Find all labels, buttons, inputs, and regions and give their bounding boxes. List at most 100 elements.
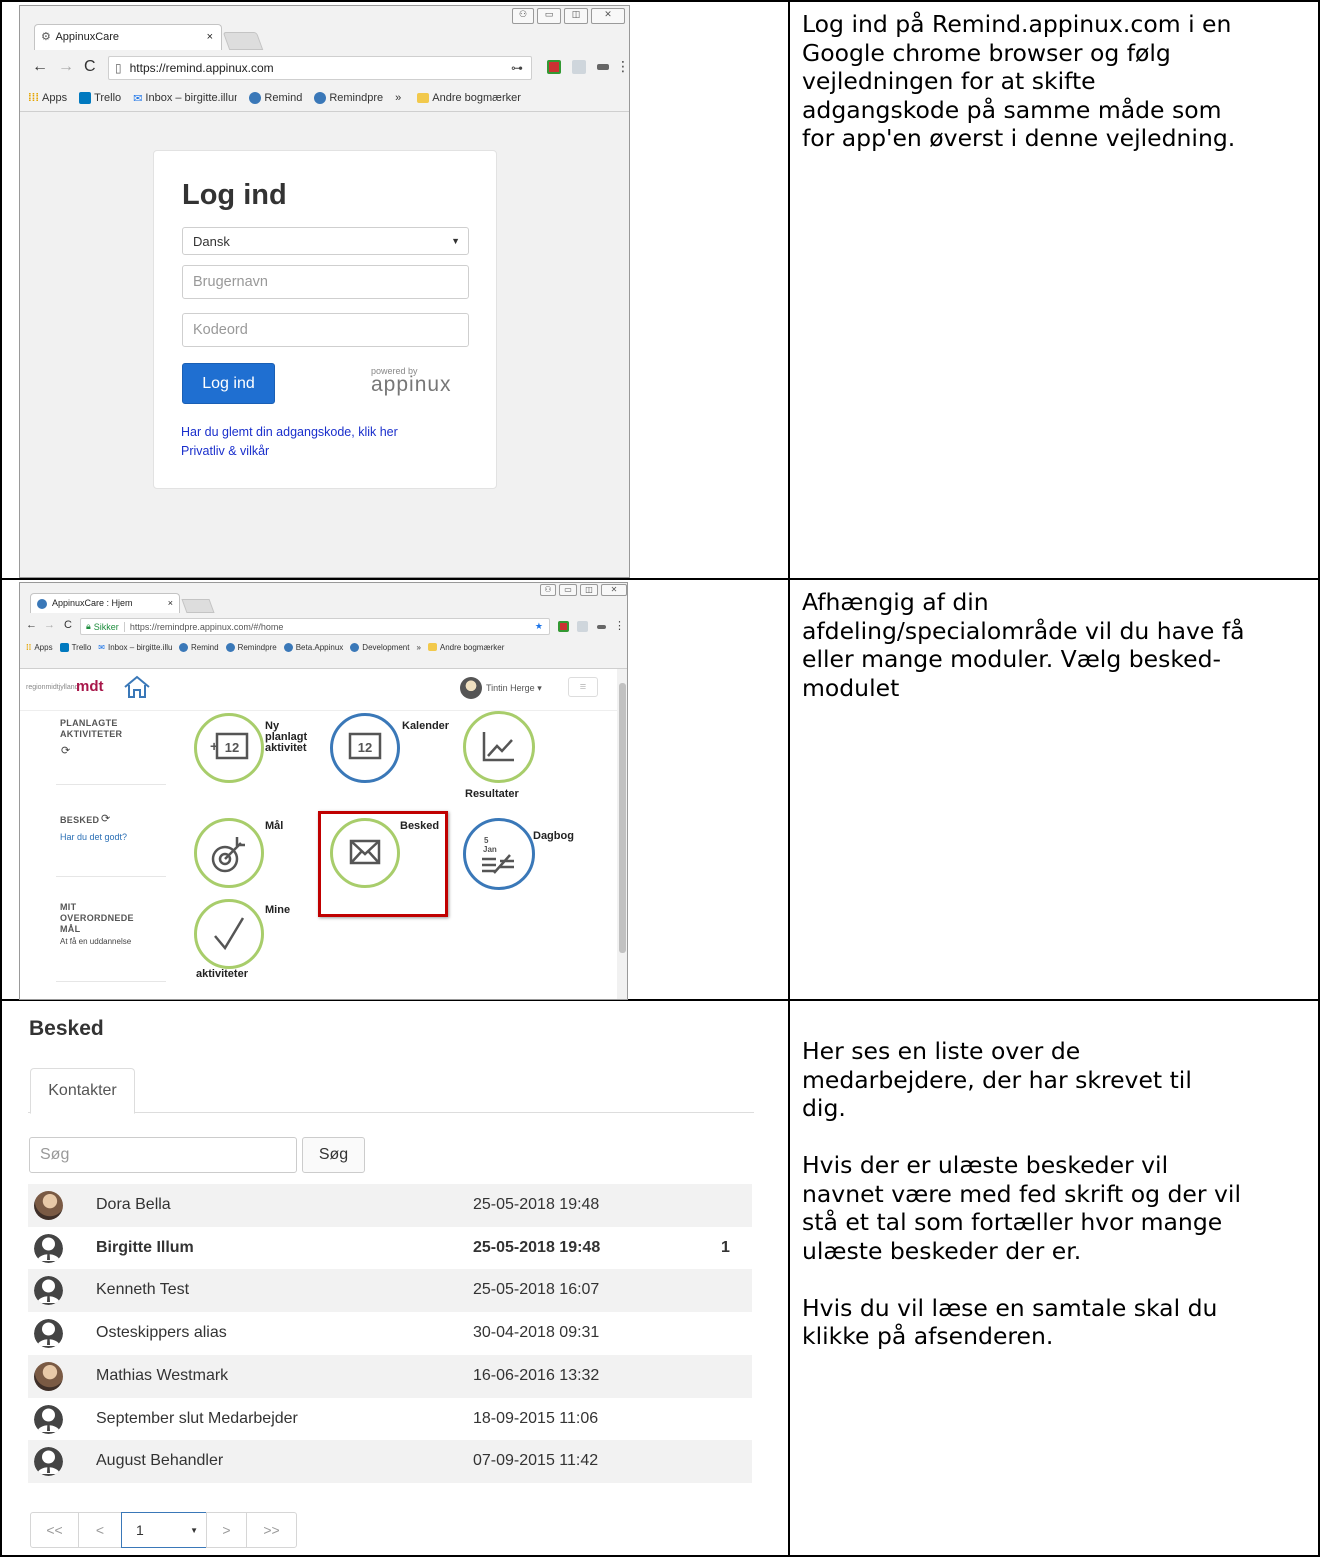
browser-chrome: ⚙ AppinuxCare × ⚇ ▭ ◫ ✕ ← → C ▯ https://… — [20, 6, 629, 112]
bookmark-overflow[interactable]: » — [395, 92, 401, 104]
star-icon[interactable]: ★ — [535, 621, 543, 632]
close-icon[interactable]: × — [168, 594, 173, 613]
back-icon[interactable]: ← — [32, 58, 48, 76]
sidebar-planned-label[interactable]: PLANLAGTE AKTIVITETER — [60, 718, 122, 740]
bookmark-apps[interactable]: ⁞⁞ Apps — [26, 643, 53, 652]
avatar[interactable] — [460, 677, 482, 699]
contact-name[interactable]: September slut Medarbejder — [96, 1410, 298, 1428]
minimize-icon[interactable]: ▭ — [537, 8, 561, 24]
scrollbar-thumb[interactable] — [619, 683, 626, 953]
reload-icon[interactable]: C — [64, 619, 72, 631]
list-item[interactable]: September slut Medarbejder 18-09-2015 11:… — [28, 1398, 752, 1441]
password-field[interactable]: Kodeord — [182, 313, 469, 347]
pagination-page-select[interactable]: 1 ▼ — [121, 1512, 207, 1548]
sidebar-goal-label[interactable]: MIT OVERORDNEDE MÅL — [60, 902, 134, 935]
extension-icon-dark[interactable] — [597, 625, 606, 629]
menu-icon[interactable]: ⋮ — [614, 619, 625, 632]
address-bar[interactable]: ▯ https://remind.appinux.com ⊶ — [108, 56, 532, 80]
list-item[interactable]: August Behandler 07-09-2015 11:42 — [28, 1440, 752, 1484]
address-bar[interactable]: 🔒︎ Sikker https://remindpre.appinux.com/… — [80, 618, 550, 635]
bookmark-inbox[interactable]: ✉ Inbox – birgitte.illum( — [133, 92, 237, 105]
module-label: Kalender — [402, 720, 450, 732]
sidebar-besked-label[interactable]: BESKED — [60, 815, 99, 826]
list-item[interactable]: Kenneth Test 25-05-2018 16:07 — [28, 1269, 752, 1313]
maximize-icon[interactable]: ◫ — [580, 584, 598, 596]
search-input[interactable]: Søg — [29, 1137, 297, 1173]
bookmark-beta[interactable]: Beta.Appinux — [283, 642, 343, 652]
list-item[interactable]: Dora Bella 25-05-2018 19:48 — [28, 1184, 752, 1227]
bookmark-trello[interactable]: Trello — [59, 642, 91, 652]
contact-name[interactable]: August Behandler — [96, 1452, 223, 1470]
contact-name[interactable]: Dora Bella — [96, 1196, 171, 1214]
tab-kontakter[interactable]: Kontakter — [30, 1068, 135, 1114]
extension-icon-grey[interactable] — [577, 621, 588, 632]
contact-name[interactable]: Mathias Westmark — [96, 1367, 228, 1385]
bookmark-overflow[interactable]: » — [416, 643, 420, 652]
sidebar-goal-sub[interactable]: At få en uddannelse — [60, 937, 131, 946]
reload-icon[interactable]: C — [84, 58, 96, 76]
username-field[interactable]: Brugernavn — [182, 265, 469, 299]
window-close-icon[interactable]: ✕ — [601, 584, 627, 596]
window-close-icon[interactable]: ✕ — [591, 8, 625, 24]
forward-icon[interactable]: → — [44, 619, 55, 631]
search-button[interactable]: Søg — [302, 1137, 365, 1173]
refresh-icon[interactable]: ⟳ — [101, 812, 110, 825]
contact-name[interactable]: Birgitte Illum — [96, 1239, 194, 1257]
extension-icon-red[interactable] — [547, 60, 561, 74]
maximize-icon[interactable]: ◫ — [564, 8, 588, 24]
bookmark-remind[interactable]: Remind — [178, 642, 219, 652]
pagination-first[interactable]: << — [30, 1512, 79, 1548]
hamburger-menu-icon[interactable]: ≡ — [568, 677, 598, 697]
bookmark-other[interactable]: Andre bogmærker — [417, 92, 521, 104]
key-icon[interactable]: ⊶ — [511, 61, 523, 75]
scrollbar[interactable] — [617, 669, 627, 999]
pagination-last[interactable]: >> — [246, 1512, 297, 1548]
minimize-icon[interactable]: ▭ — [559, 584, 577, 596]
new-tab-button[interactable] — [181, 599, 215, 613]
list-item[interactable]: Osteskippers alias 30-04-2018 09:31 — [28, 1312, 752, 1355]
bookmark-remindpre[interactable]: Remindpre — [314, 92, 383, 104]
sidebar-besked-sub[interactable]: Har du det godt? — [60, 832, 127, 842]
svg-text:12: 12 — [225, 740, 239, 755]
bookmark-apps[interactable]: ⁞⁞⁞ Apps — [28, 92, 67, 104]
refresh-icon[interactable]: ⟳ — [61, 744, 70, 757]
bookmarks-bar: ⁞⁞⁞ Apps Trello ✉ Inbox – birgitte.illum( … — [28, 88, 533, 108]
bookmark-trello[interactable]: Trello — [79, 92, 121, 104]
modules-screenshot: AppinuxCare : Hjem × ⚇ ▭ ◫ ✕ ← → C 🔒︎ Si… — [19, 582, 628, 1000]
extension-icon-grey[interactable] — [572, 60, 586, 74]
close-icon[interactable]: × — [207, 25, 213, 49]
home-icon[interactable] — [122, 673, 152, 706]
bookmark-remindpre[interactable]: Remindpre — [225, 642, 277, 652]
user-menu[interactable]: Tintin Herge ▾ — [486, 683, 542, 694]
user-icon[interactable]: ⚇ — [540, 584, 556, 596]
extension-icon-dark[interactable] — [597, 64, 609, 70]
contact-date: 30-04-2018 09:31 — [473, 1324, 600, 1342]
pagination-next[interactable]: > — [206, 1512, 247, 1548]
extension-icon-red[interactable] — [558, 621, 569, 632]
module-label: Resultater — [465, 788, 519, 800]
instruction-text-2: Afhængig af din afdeling/specialområde v… — [802, 588, 1245, 702]
bookmark-other[interactable]: Andre bogmærker — [427, 643, 504, 652]
bookmark-remind[interactable]: Remind — [249, 92, 302, 104]
contact-date: 25-05-2018 16:07 — [473, 1281, 600, 1299]
contact-name[interactable]: Kenneth Test — [96, 1281, 189, 1299]
contact-name[interactable]: Osteskippers alias — [96, 1324, 227, 1342]
login-button[interactable]: Log ind — [182, 363, 275, 404]
url-text: https://remind.appinux.com — [129, 61, 274, 75]
browser-tab[interactable]: AppinuxCare : Hjem × — [30, 593, 180, 613]
language-select[interactable]: Dansk ▼ — [182, 227, 469, 255]
forgot-password-link[interactable]: Har du glemt din adgangskode, klik her — [181, 425, 398, 439]
bookmark-inbox[interactable]: ✉Inbox – birgitte.illum — [98, 643, 172, 652]
list-item[interactable]: Birgitte Illum 25-05-2018 19:48 1 — [28, 1227, 752, 1270]
new-tab-button[interactable] — [222, 32, 264, 50]
bookmark-development[interactable]: Development — [350, 642, 409, 652]
pagination-prev[interactable]: < — [78, 1512, 122, 1548]
tab-underline — [28, 1112, 754, 1113]
list-item[interactable]: Mathias Westmark 16-06-2016 13:32 — [28, 1354, 752, 1398]
browser-tab[interactable]: ⚙ AppinuxCare × — [34, 24, 222, 50]
menu-icon[interactable]: ⋮ — [616, 58, 629, 75]
user-icon[interactable]: ⚇ — [512, 8, 534, 24]
forward-icon[interactable]: → — [58, 58, 74, 76]
privacy-link[interactable]: Privatliv & vilkår — [181, 444, 269, 458]
back-icon[interactable]: ← — [26, 619, 37, 631]
